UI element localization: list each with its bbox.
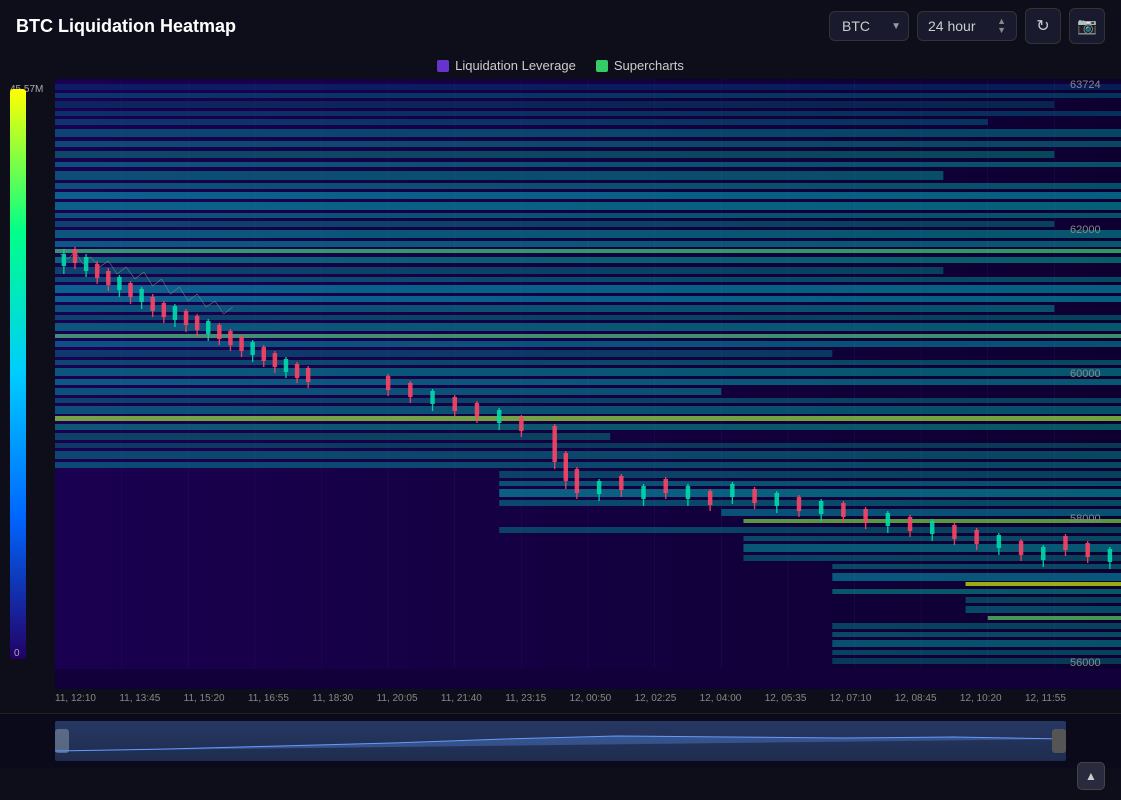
timeframe-select-wrapper[interactable]: 24 hour ▲▼ [917,11,1017,41]
legend-item-supercharts: Supercharts [596,58,684,73]
legend-dot-liquidation [437,60,449,72]
x-axis-label: 12, 08:45 [895,693,937,711]
asset-select-wrapper[interactable]: BTC ETH SOL BNB ▼ [829,11,909,41]
controls-area: BTC ETH SOL BNB ▼ 24 hour ▲▼ ↻ 📷 [829,8,1105,44]
chart-canvas[interactable]: coinglass 63724 62000 60000 58000 56000 [55,79,1121,689]
minimap[interactable] [0,713,1121,768]
x-axis-label: 12, 11:55 [1025,693,1066,711]
x-axis-label: 11, 12:10 [55,693,96,711]
refresh-button[interactable]: ↻ [1025,8,1061,44]
x-axis-label: 11, 20:05 [377,693,418,711]
x-axis-label: 11, 16:55 [248,693,289,711]
chart-area: 45.57M 0 [0,79,1121,689]
timeframe-arrows-icon: ▲▼ [997,17,1006,35]
color-scale-min-label: 0 [14,648,20,659]
y-axis-right: 63724 62000 60000 58000 56000 [1066,79,1121,669]
y-axis-label-top: 63724 [1070,79,1121,91]
x-axis-label: 11, 15:20 [184,693,225,711]
x-axis-label: 11, 23:15 [505,693,546,711]
scroll-right-thumb[interactable] [1052,729,1066,753]
scroll-up-button[interactable]: ▲ [1077,762,1105,790]
x-axis-label: 11, 21:40 [441,693,482,711]
x-axis-label: 12, 00:50 [570,693,612,711]
header: BTC Liquidation Heatmap BTC ETH SOL BNB … [0,0,1121,52]
minimap-fill [55,721,1066,761]
legend-label-liquidation: Liquidation Leverage [455,58,576,73]
y-axis-label-bottom: 56000 [1070,657,1121,669]
heatmap-svg: coinglass [55,79,1121,669]
refresh-icon: ↻ [1036,16,1049,36]
x-axis-label: 12, 02:25 [635,693,677,711]
x-axis-label: 12, 10:20 [960,693,1002,711]
legend-dot-supercharts [596,60,608,72]
camera-icon: 📷 [1077,16,1097,36]
minimap-inner[interactable] [55,721,1066,761]
camera-button[interactable]: 📷 [1069,8,1105,44]
x-axis-label: 12, 05:35 [765,693,807,711]
x-axis-label: 12, 07:10 [830,693,872,711]
timeframe-value: 24 hour [928,18,975,34]
y-axis-label-2: 62000 [1070,224,1121,236]
legend: Liquidation Leverage Supercharts [0,52,1121,79]
color-scale-bar [10,89,26,659]
legend-label-supercharts: Supercharts [614,58,684,73]
chevron-up-icon: ▲ [1085,769,1097,783]
legend-item-liquidation: Liquidation Leverage [437,58,576,73]
x-axis-label: 11, 13:45 [119,693,160,711]
y-axis-label-4: 58000 [1070,513,1121,525]
x-axis-label: 12, 04:00 [700,693,742,711]
x-axis: 11, 12:10 11, 13:45 11, 15:20 11, 16:55 11, … [0,689,1121,711]
y-axis-left: 45.57M 0 [0,79,55,689]
page-title: BTC Liquidation Heatmap [16,16,829,37]
asset-select[interactable]: BTC ETH SOL BNB [829,11,909,41]
y-axis-label-3: 60000 [1070,368,1121,380]
x-axis-label: 11, 18:30 [312,693,353,711]
